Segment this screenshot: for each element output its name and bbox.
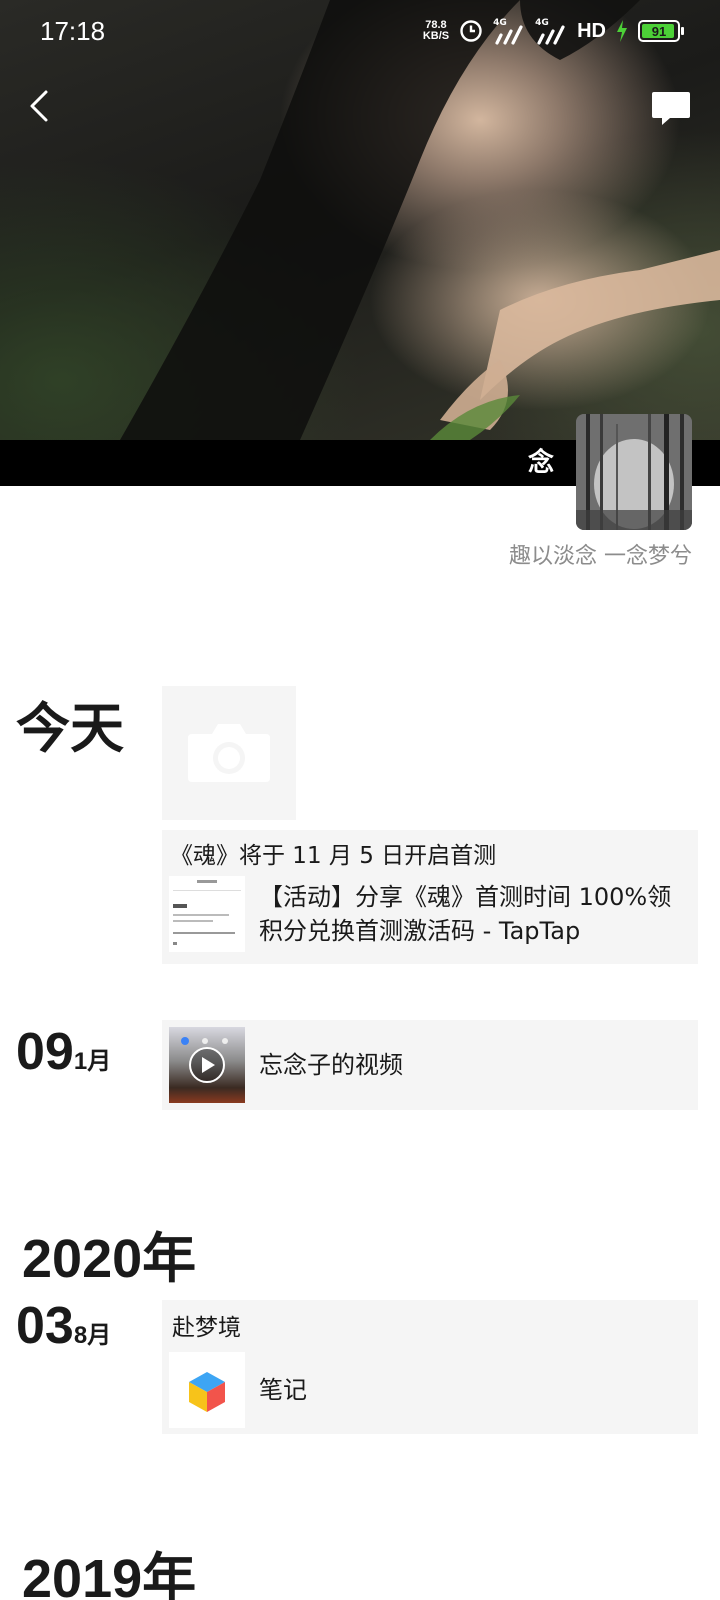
message-icon: [652, 92, 690, 125]
cube-icon: [169, 1352, 245, 1428]
date-0901: 091月: [16, 1022, 111, 1082]
battery-icon: 91: [638, 20, 684, 42]
link-thumbnail: [169, 876, 245, 952]
note-thumbnail: [169, 1352, 245, 1428]
date-day: 09: [16, 1023, 74, 1081]
charging-icon: [617, 20, 627, 42]
battery-level: 91: [651, 23, 667, 39]
date-0308: 038月: [16, 1296, 111, 1356]
video-thumbnail: [169, 1027, 245, 1103]
post-title: 《魂》将于 11 月 5 日开启首测: [170, 843, 497, 869]
date-month: 8月: [73, 1322, 112, 1349]
year-2020: 2020年: [22, 1229, 197, 1289]
network-speed: 78.8 KB/S: [423, 20, 449, 42]
date-today: 今天: [16, 697, 124, 760]
link-post-card[interactable]: 《魂》将于 11 月 5 日开启首测 【活动】分享《魂》首测时间 100%领积分…: [162, 830, 698, 964]
status-icons: 78.8 KB/S 4G 4G HD 91: [423, 18, 684, 45]
video-title: 忘念子的视频: [259, 1051, 403, 1079]
avatar[interactable]: [576, 414, 692, 530]
camera-icon: [188, 724, 270, 782]
photo-post[interactable]: [162, 686, 296, 820]
date-month: 1月: [73, 1048, 112, 1075]
link-title: 【活动】分享《魂》首测时间 100%领积分兑换首测激活码 - TapTap: [259, 883, 672, 945]
back-button[interactable]: [20, 86, 60, 126]
status-bar: 17:18 78.8 KB/S 4G 4G HD 91: [0, 0, 720, 62]
signal-icon-2: 4G: [535, 18, 567, 45]
avatar-forest-image: [576, 414, 692, 530]
post-title: 赴梦境: [172, 1315, 241, 1341]
profile-signature: 趣以淡念 一念梦兮: [509, 544, 692, 569]
video-post-card[interactable]: 忘念子的视频: [162, 1020, 698, 1110]
cover-photo-shapes: [120, 0, 720, 440]
network-speed-unit: KB/S: [422, 30, 450, 42]
year-2019: 2019年: [22, 1549, 197, 1600]
note-post-card[interactable]: 赴梦境 笔记: [162, 1300, 698, 1434]
date-day: 03: [16, 1297, 74, 1355]
signal-icon: 4G: [493, 18, 525, 45]
chevron-left-icon: [30, 90, 48, 122]
note-title: 笔记: [259, 1376, 307, 1404]
hd-voice-icon: HD: [577, 19, 606, 42]
alarm-icon: [460, 20, 482, 42]
profile-nickname: 念: [527, 448, 554, 478]
status-time: 17:18: [40, 16, 106, 46]
messages-button[interactable]: [650, 88, 692, 128]
cover-image[interactable]: [0, 0, 720, 440]
